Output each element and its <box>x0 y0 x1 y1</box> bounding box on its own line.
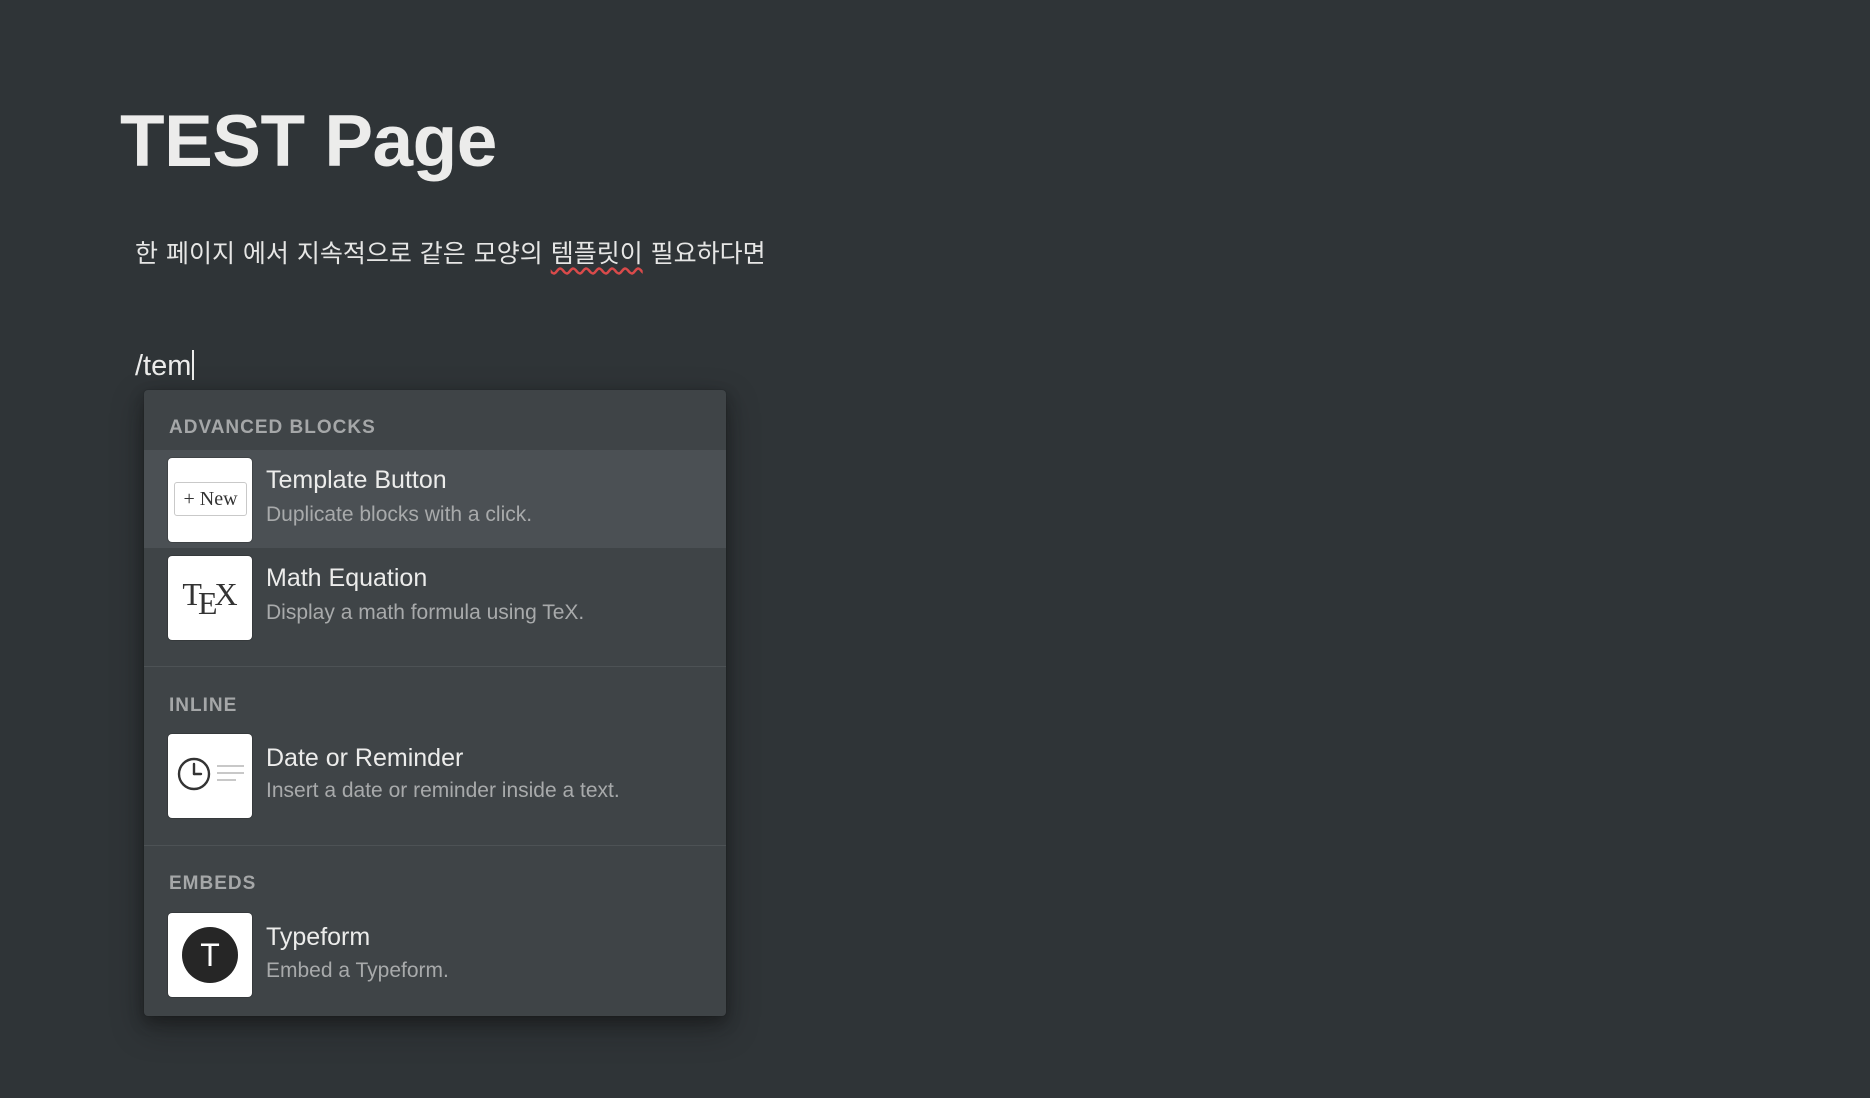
slash-command-text: /tem <box>135 350 192 382</box>
typeform-thumbnail: T <box>168 913 252 997</box>
menu-item-date-or-reminder[interactable]: Date or Reminder Insert a date or remind… <box>144 726 726 824</box>
page: TEST Page 한 페이지 에서 지속적으로 같은 모양의 템플릿이 필요하… <box>0 0 1870 1098</box>
section-divider <box>144 845 726 846</box>
paragraph-text-end: 필요하다면 <box>642 239 766 268</box>
section-header-advanced-blocks: ADVANCED BLOCKS <box>169 417 376 438</box>
menu-item-title: Math Equation <box>266 564 428 592</box>
menu-item-template-button[interactable]: + New Template Button Duplicate blocks w… <box>144 450 726 548</box>
page-title[interactable]: TEST Page <box>120 101 497 182</box>
menu-item-math-equation[interactable]: TEX Math Equation Display a math formula… <box>144 548 726 646</box>
menu-item-description: Insert a date or reminder inside a text. <box>266 779 620 802</box>
menu-item-description: Display a math formula using TeX. <box>266 601 585 624</box>
slash-command-menu[interactable]: ADVANCED BLOCKS + New Template Button Du… <box>144 390 726 1016</box>
menu-item-typeform[interactable]: T Typeform Embed a Typeform. <box>144 905 726 1003</box>
menu-item-title: Template Button <box>266 466 447 494</box>
text-block[interactable]: 한 페이지 에서 지속적으로 같은 모양의 템플릿이 필요하다면 <box>135 234 766 274</box>
section-header-inline: INLINE <box>169 695 238 716</box>
new-button-preview: + New <box>174 482 247 516</box>
date-reminder-thumbnail <box>168 734 252 818</box>
paragraph-text: 한 페이지 에서 지속적으로 같은 모양의 <box>135 239 551 268</box>
slash-command-input[interactable]: /tem <box>135 346 195 386</box>
menu-item-title: Date or Reminder <box>266 744 464 772</box>
typeform-logo-icon: T <box>182 927 238 983</box>
menu-item-description: Duplicate blocks with a click. <box>266 503 533 526</box>
template-button-thumbnail: + New <box>168 458 252 542</box>
menu-item-title: Typeform <box>266 923 371 951</box>
menu-item-description: Embed a Typeform. <box>266 959 449 982</box>
clock-icon <box>177 757 244 791</box>
text-caret <box>192 350 195 380</box>
tex-thumbnail: TEX <box>168 556 252 640</box>
misspelled-word[interactable]: 템플릿이 <box>551 239 643 268</box>
section-header-embeds: EMBEDS <box>169 873 257 894</box>
tex-logo: TEX <box>182 576 238 621</box>
section-divider <box>144 666 726 667</box>
